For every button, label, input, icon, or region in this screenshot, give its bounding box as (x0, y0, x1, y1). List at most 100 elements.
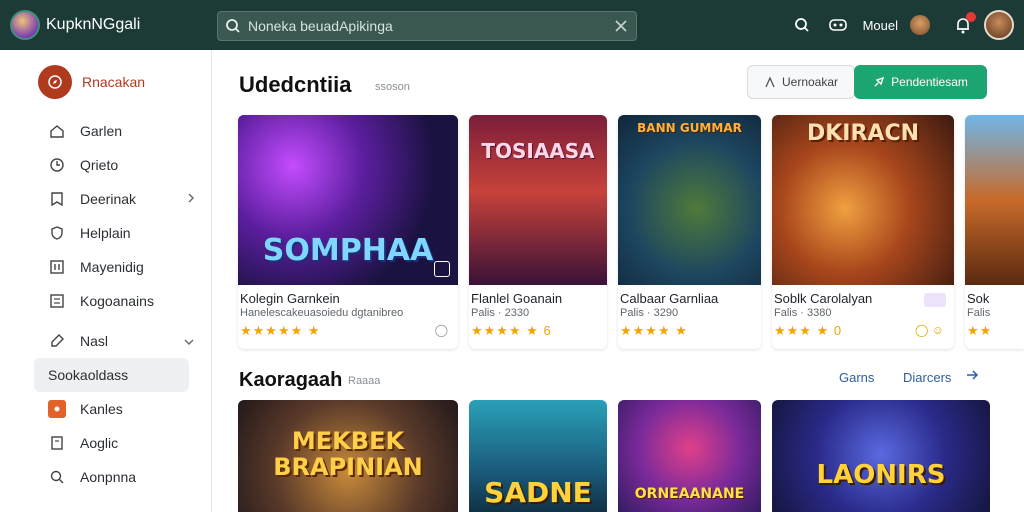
bell-icon[interactable] (948, 10, 978, 40)
main-content: Udedcntiia ssoson Uernoakar Pendentiesam… (213, 50, 1024, 512)
game-card[interactable]: LAONIRS (772, 400, 990, 512)
game-card[interactable]: DKIRACN Soblk Carolalyan Falis · 3380 ★★… (772, 115, 954, 349)
sidebar-item-sookaoldass[interactable]: Sookaoldass (34, 358, 189, 392)
cover-title: DKIRACN (806, 121, 920, 146)
section-title: Udedcntiia (239, 72, 352, 97)
search-bar[interactable]: Noneka beuadApikinga (217, 11, 637, 41)
game-subtitle: Hanelescakeuasoiedu dgtanibreo (240, 307, 404, 319)
tag-icon (48, 332, 66, 350)
game-title: Calbaar Garnliaa (620, 291, 719, 306)
top-label[interactable]: Mouel (863, 18, 898, 33)
sidebar-item-label: Qrieto (80, 157, 119, 173)
primary-button-label: Pendentiesam (891, 75, 968, 89)
sidebar-item-kogoanains[interactable]: Kogoanains (0, 284, 211, 318)
sidebar-item-label: Mayenidig (80, 259, 144, 275)
compass-icon (38, 65, 72, 99)
notification-badge (966, 12, 976, 22)
cover-title: SOMPHAA (262, 233, 434, 268)
top-bar: KupknNGgali Noneka beuadApikinga Mouel (0, 0, 1024, 50)
game-card[interactable]: ORNEAANANE (618, 400, 761, 512)
primary-button[interactable]: Pendentiesam (854, 65, 987, 99)
rating-stars: ★★★★ ★ (620, 323, 688, 338)
game-cover-image (965, 115, 1024, 285)
search-icon (218, 12, 248, 40)
game-card[interactable]: SADNE (469, 400, 607, 512)
arrow-right-icon[interactable] (965, 368, 979, 387)
clock-icon (48, 156, 66, 174)
cover-title: BANN GUMMAR (637, 121, 742, 135)
rating-stars: ★★★★★ ★ (240, 323, 321, 338)
card-extra: ◯ (434, 323, 448, 337)
sidebar-item-qrieto[interactable]: Qrieto (0, 148, 211, 182)
sidebar-item-label: Garlen (80, 123, 123, 139)
game-card[interactable]: BANN GUMMAR Calbaar Garnliaa Palis · 329… (618, 115, 761, 349)
rating-stars: ★★★ ★ 0 (774, 323, 843, 338)
sidebar-item-kanles[interactable]: Kanles (0, 392, 211, 426)
search-icon (48, 468, 66, 486)
cover-title: LAONIRS (816, 460, 946, 490)
list-icon (48, 292, 66, 310)
app-logo-icon (10, 10, 40, 40)
sidebar-item-label: Kanles (80, 401, 123, 417)
sidebar-item-label: Aonpnna (80, 469, 137, 485)
game-card[interactable]: TOSIAASA Flanlel Goanain Palis · 2330 ★★… (469, 115, 607, 349)
link-games[interactable]: Garns (839, 370, 874, 385)
cover-title: SADNE (484, 476, 592, 509)
cover-title: ORNEAANANE (634, 486, 745, 502)
cover-title: TOSIAASA (481, 139, 595, 163)
sidebar-item-helplain[interactable]: Helplain (0, 216, 211, 250)
game-title: Flanlel Goanain (471, 291, 563, 306)
game-card[interactable]: Sok Falis ★★ (965, 115, 1024, 349)
expand-icon[interactable] (434, 261, 450, 277)
card-extra: ◯ ☺ (914, 323, 944, 337)
game-title: Kolegin Garnkein (240, 291, 340, 306)
sidebar-item-mayenidig[interactable]: Mayenidig (0, 250, 211, 284)
section-subtitle: Raaaa (348, 375, 381, 387)
app-icon (48, 400, 66, 418)
section-subtitle: ssoson (375, 81, 410, 93)
small-avatar[interactable] (910, 15, 930, 35)
game-cover-image: SOMPHAA (238, 115, 458, 285)
sidebar-item-label: Sookaoldass (48, 367, 129, 383)
rating-stars: ★★★★ ★ 6 (471, 323, 552, 338)
search-icon[interactable] (787, 10, 817, 40)
shield-icon (48, 224, 66, 242)
cover-title: MEKBEK BRAPINIAN (273, 427, 423, 481)
sidebar-item-label: Helplain (80, 225, 131, 241)
game-subtitle: Falis · 3380 (774, 307, 832, 319)
sidebar-item-aoglic[interactable]: Aoglic (0, 426, 211, 460)
download-icon (48, 190, 66, 208)
sidebar-header[interactable]: Rnacakan (0, 50, 211, 114)
game-subtitle: Palis · 3290 (620, 307, 679, 319)
close-icon[interactable] (606, 12, 636, 40)
sidebar-item-deerinak[interactable]: Deerinak (0, 182, 211, 216)
chevron-down-icon[interactable] (183, 333, 195, 349)
rocket-icon (873, 76, 885, 88)
sidebar-header-label: Rnacakan (82, 74, 146, 90)
sidebar-item-label: Aoglic (80, 435, 119, 451)
game-cover-image: TOSIAASA (469, 115, 607, 285)
search-input[interactable]: Noneka beuadApikinga (248, 18, 606, 34)
secondary-button-label: Uernoakar (781, 75, 839, 89)
user-icon (764, 76, 776, 88)
section-title: Kaoragaah (239, 369, 343, 391)
sidebar-item-aonpnna[interactable]: Aonpnna (0, 460, 211, 494)
game-cover-image: DKIRACN (772, 115, 954, 285)
link-more[interactable]: Diarcers (903, 370, 951, 385)
top-actions: Mouel (787, 0, 1024, 50)
game-card[interactable]: MEKBEK BRAPINIAN (238, 400, 458, 512)
purple-badge (924, 293, 946, 307)
user-avatar[interactable] (984, 10, 1014, 40)
sidebar-item-nasl[interactable]: Nasl (0, 324, 211, 358)
game-subtitle: Palis · 2330 (471, 307, 530, 319)
chevron-right-icon[interactable] (187, 191, 195, 207)
sidebar-item-garlen[interactable]: Garlen (0, 114, 211, 148)
brand[interactable]: KupknNGgali (10, 10, 215, 40)
grid-icon (48, 258, 66, 276)
game-subtitle: Falis (967, 307, 991, 319)
gamepad-icon[interactable] (823, 10, 853, 40)
rating-stars: ★★ (967, 323, 993, 338)
home-icon (48, 122, 66, 140)
secondary-button[interactable]: Uernoakar (747, 65, 855, 99)
game-card[interactable]: SOMPHAA Kolegin Garnkein Hanelescakeuaso… (238, 115, 458, 349)
